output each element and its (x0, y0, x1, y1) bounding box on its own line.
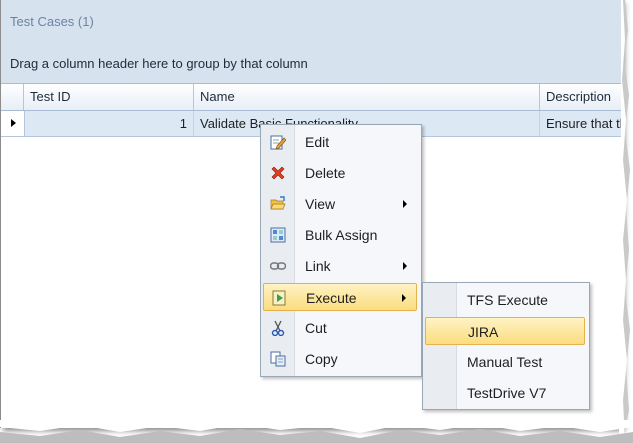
grid-header: Test ID Name Description (1, 84, 621, 111)
row-indicator-header (1, 84, 24, 110)
menu-item-execute[interactable]: Execute (263, 283, 417, 311)
menu-item-view[interactable]: View (263, 190, 417, 218)
execute-submenu: TFS Execute JIRA Manual Test TestDrive V… (422, 282, 590, 410)
group-by-hint: Drag a column header here to group by th… (10, 56, 308, 71)
menu-item-copy[interactable]: Copy (263, 345, 417, 373)
submenu-item-testdrive-v7[interactable]: TestDrive V7 (425, 379, 585, 407)
menu-item-label: Cut (305, 320, 327, 336)
torn-edge-right (619, 0, 630, 443)
submenu-item-label: JIRA (468, 324, 499, 340)
copy-icon (270, 351, 286, 367)
column-header-description[interactable]: Description (540, 84, 621, 110)
submenu-item-label: TFS Execute (467, 292, 548, 308)
submenu-item-label: Manual Test (467, 354, 543, 370)
submenu-arrow-icon (402, 294, 406, 302)
panel-title: Test Cases (1) (10, 14, 94, 29)
column-header-name[interactable]: Name (194, 84, 540, 110)
menu-item-delete[interactable]: Delete (263, 159, 417, 187)
bulk-assign-icon (270, 227, 286, 243)
column-header-test-id[interactable]: Test ID (24, 84, 194, 110)
chain-link-icon (270, 262, 286, 270)
menu-item-bulk-assign[interactable]: Bulk Assign (263, 221, 417, 249)
context-menu: Edit Delete View Bulk Assign Link Execut… (260, 124, 422, 377)
submenu-arrow-icon (403, 200, 407, 208)
menu-item-label: View (305, 196, 336, 212)
execute-icon (272, 290, 286, 306)
submenu-item-label: TestDrive V7 (467, 385, 547, 401)
menu-item-cut[interactable]: Cut (263, 314, 417, 342)
scissors-icon (271, 320, 285, 336)
current-row-indicator-icon (1, 111, 25, 136)
cell-test-id[interactable]: 1 (24, 111, 194, 136)
folder-open-icon (270, 196, 286, 210)
menu-item-label: Edit (305, 134, 330, 150)
menu-item-label: Execute (306, 290, 357, 306)
panel-header: Test Cases (1) (1, 0, 621, 46)
cell-description[interactable]: Ensure that th (540, 111, 621, 136)
submenu-arrow-icon (403, 262, 407, 270)
menu-item-label: Copy (305, 351, 338, 367)
torn-edge-bottom (0, 420, 633, 443)
submenu-item-manual-test[interactable]: Manual Test (425, 348, 585, 376)
menu-item-edit[interactable]: Edit (263, 128, 417, 156)
menu-item-label: Bulk Assign (305, 227, 378, 243)
delete-icon (271, 166, 285, 180)
submenu-item-jira[interactable]: JIRA (425, 317, 585, 345)
menu-item-link[interactable]: Link (263, 252, 417, 280)
group-by-panel[interactable]: Drag a column header here to group by th… (1, 46, 621, 84)
menu-item-label: Delete (305, 165, 346, 181)
submenu-item-tfs-execute[interactable]: TFS Execute (425, 286, 585, 314)
menu-item-label: Link (305, 258, 331, 274)
edit-icon (270, 135, 286, 150)
